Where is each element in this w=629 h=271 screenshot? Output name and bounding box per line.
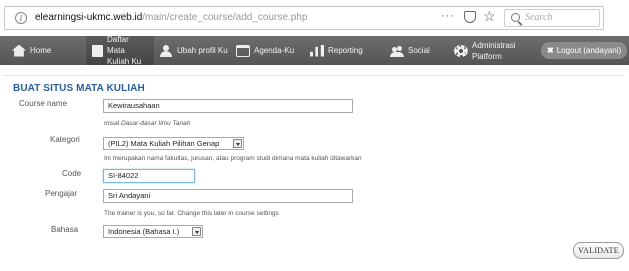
nav-label: Ubah profil Ku: [177, 46, 228, 55]
kategori-selected-value: (PIL2) Mata Kuliah Pilihan Genap: [108, 139, 220, 148]
chevron-down-icon[interactable]: [192, 227, 201, 236]
hint-example: Dasar-dasar Ilmu Tanah: [120, 120, 191, 127]
address-bar[interactable]: i elearningsi-ukmc.web.id/main/create_co…: [4, 6, 604, 30]
pengajar-hint: The trainer is you, so far. Change this …: [104, 210, 279, 217]
code-label: Code: [62, 169, 82, 178]
search-icon: [511, 13, 520, 22]
nav-label: Home: [30, 46, 52, 55]
close-icon: ✖: [547, 46, 554, 55]
nav-item-ubah-profil[interactable]: Ubah profil Ku: [159, 36, 228, 65]
nav-item-agenda[interactable]: Agenda-Ku: [236, 36, 294, 65]
pocket-icon[interactable]: [464, 11, 476, 23]
main-navbar: Home Daftar Mata Kuliah Ku Ubah profil K…: [0, 35, 629, 66]
url-path: /main/create_course/add_course.php: [142, 12, 308, 23]
logout-button[interactable]: ✖ Logout (andayani): [541, 42, 628, 59]
info-icon[interactable]: i: [15, 12, 27, 24]
nav-item-daftar-mata-kuliah[interactable]: Daftar Mata Kuliah Ku: [86, 35, 154, 66]
people-icon: [390, 45, 404, 57]
kategori-hint: Ini merupakan nama fakultas, jurusan, at…: [104, 155, 362, 162]
bahasa-select[interactable]: Indonesia (Bahasa I.): [103, 225, 203, 238]
bookmark-star-icon[interactable]: ☆: [483, 8, 496, 25]
nav-item-home[interactable]: Home: [12, 36, 51, 65]
more-options-icon[interactable]: ···: [441, 10, 455, 22]
kategori-select[interactable]: (PIL2) Mata Kuliah Pilihan Genap: [103, 137, 244, 150]
code-input[interactable]: SI-84022: [103, 169, 195, 183]
nav-item-social[interactable]: Social: [390, 36, 430, 65]
document-icon: [92, 44, 103, 57]
search-placeholder: Search: [525, 12, 553, 23]
pengajar-input[interactable]: Sri Andayani: [103, 189, 353, 203]
pengajar-label: Pengajar: [45, 189, 78, 198]
nav-label: Administrasi Platform: [472, 40, 516, 61]
nav-item-reporting[interactable]: Reporting: [310, 36, 363, 65]
divider: [4, 75, 624, 76]
url-host: elearningsi-ukmc.web.id: [35, 12, 143, 23]
page-title: BUAT SITUS MATA KULIAH: [13, 83, 145, 94]
main-content: BUAT SITUS MATA KULIAH Course name Kewir…: [0, 65, 629, 271]
nav-label: Agenda-Ku: [254, 46, 295, 55]
bahasa-label: Bahasa: [51, 225, 79, 234]
chevron-down-icon[interactable]: [233, 139, 242, 148]
validate-button[interactable]: VALIDATE: [573, 242, 624, 259]
bar-chart-icon: [310, 44, 324, 57]
logout-label: Logout (andayani): [556, 46, 622, 55]
user-icon: [159, 44, 173, 57]
bahasa-selected-value: Indonesia (Bahasa I.): [108, 227, 180, 236]
nav-label: Social: [408, 46, 430, 55]
gear-icon: [454, 44, 468, 57]
kategori-label: Kategori: [50, 135, 80, 144]
course-name-input[interactable]: Kewirausahaan: [103, 99, 353, 113]
browser-search-input[interactable]: Search: [504, 9, 600, 27]
home-icon: [12, 44, 26, 57]
nav-label: Reporting: [328, 46, 363, 55]
nav-label: Daftar Mata Kuliah Ku: [107, 35, 142, 66]
course-name-hint: misal Dasar-dasar Ilmu Tanah: [104, 120, 190, 127]
course-name-label: Course name: [19, 99, 68, 108]
browser-toolbar: i elearningsi-ukmc.web.id/main/create_co…: [0, 0, 629, 36]
hint-prefix: misal: [104, 120, 121, 127]
calendar-icon: [236, 44, 250, 57]
url-text[interactable]: elearningsi-ukmc.web.id/main/create_cour…: [35, 12, 307, 23]
nav-item-administrasi[interactable]: Administrasi Platform: [454, 36, 524, 65]
